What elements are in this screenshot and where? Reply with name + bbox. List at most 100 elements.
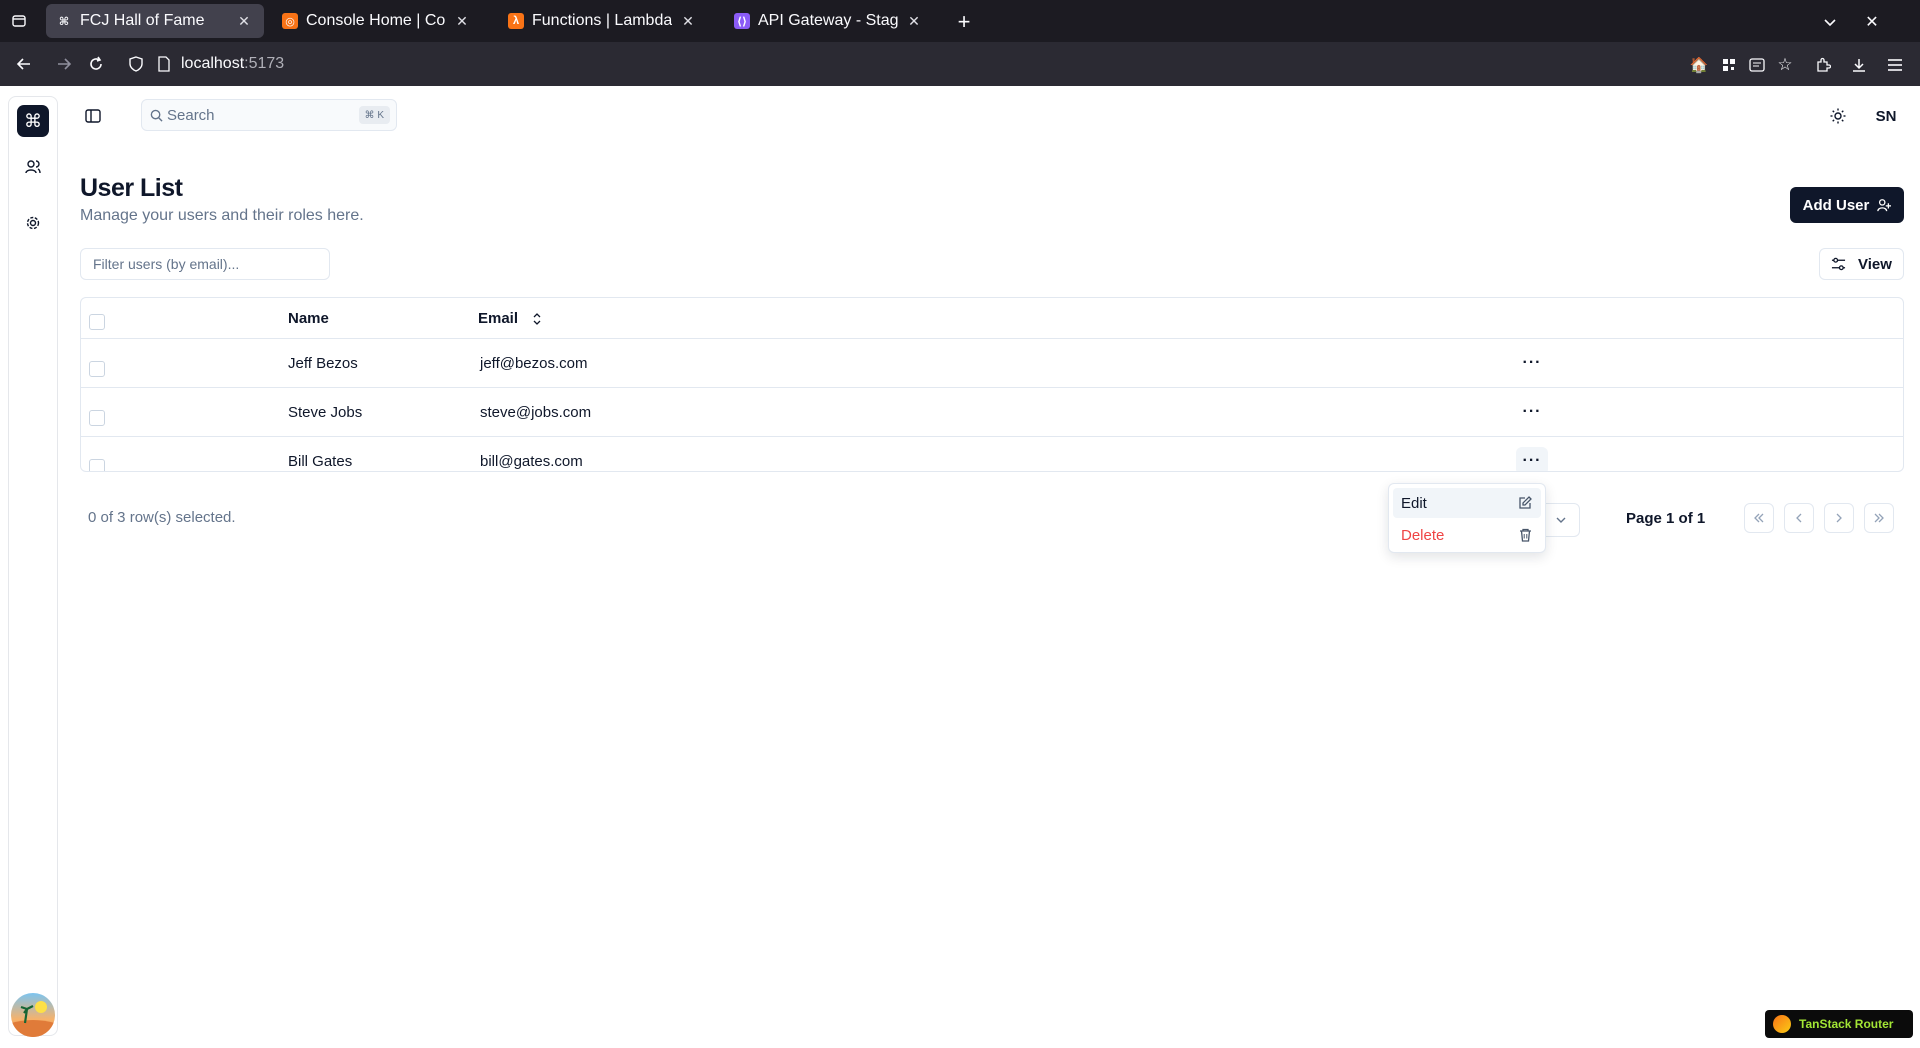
- add-user-button[interactable]: Add User: [1790, 187, 1904, 223]
- tanstack-logo-icon: [1773, 1015, 1791, 1033]
- table-row: Jeff Bezos jeff@bezos.com ···: [81, 339, 1903, 388]
- user-plus-icon: [1877, 198, 1892, 212]
- menu-item-delete[interactable]: Delete: [1393, 520, 1541, 550]
- add-user-label: Add User: [1802, 196, 1870, 214]
- user-name-cell: Jeff Bezos: [288, 355, 358, 372]
- shield-icon[interactable]: [124, 52, 148, 76]
- next-page-button[interactable]: [1824, 503, 1854, 533]
- command-icon: ⌘: [58, 15, 70, 28]
- back-arrow-icon[interactable]: [12, 52, 36, 76]
- tab-overview-icon[interactable]: [8, 10, 30, 32]
- extensions-icon[interactable]: [1812, 54, 1834, 76]
- row-actions-button[interactable]: ···: [1516, 349, 1548, 377]
- sort-chevrons-icon: [532, 312, 542, 325]
- chevrons-left-icon: [1753, 512, 1765, 524]
- filter-email-input[interactable]: [80, 248, 330, 280]
- page-title: User List: [80, 174, 183, 202]
- user-name-cell: Steve Jobs: [288, 404, 363, 421]
- tab-fcj-hall-of-fame[interactable]: ⌘ FCJ Hall of Fame ✕: [46, 4, 264, 38]
- user-email-cell: jeff@bezos.com: [480, 355, 588, 372]
- url-port: :5173: [244, 55, 285, 72]
- chevrons-right-icon: [1873, 512, 1885, 524]
- chevron-left-icon: [1793, 512, 1805, 524]
- aws-console-icon: ◎: [282, 13, 298, 29]
- browser-nav-bar: localhost:5173 🏠 ☆: [0, 42, 1920, 86]
- row-checkbox[interactable]: [89, 459, 105, 471]
- theme-toggle-sun-icon[interactable]: [1826, 104, 1850, 128]
- first-page-button[interactable]: [1744, 503, 1774, 533]
- forward-arrow-icon[interactable]: [52, 52, 76, 76]
- url-host: localhost: [181, 55, 245, 72]
- edit-icon: [1517, 495, 1533, 511]
- menu-item-label: Delete: [1401, 526, 1445, 544]
- keyboard-shortcut-badge: ⌘ K: [358, 106, 390, 124]
- users-table: Name Email Jeff Bezos jeff@bezos.com ···…: [80, 297, 1904, 472]
- tab-title: Functions | Lambda: [532, 12, 672, 29]
- download-icon[interactable]: [1848, 54, 1870, 76]
- tab-title: Console Home | Conso: [306, 12, 446, 29]
- command-logo-icon[interactable]: ⌘: [17, 105, 49, 137]
- close-tab-icon[interactable]: ✕: [678, 13, 698, 30]
- tab-list-chevron-icon[interactable]: [1818, 10, 1842, 34]
- close-tab-icon[interactable]: ✕: [452, 13, 472, 30]
- column-header-email[interactable]: Email: [478, 310, 542, 327]
- search-icon: [150, 109, 163, 122]
- app-root: ⌘ Search ⌘ K SN User List Manage your us…: [0, 86, 1920, 1048]
- close-tab-icon[interactable]: ✕: [904, 13, 924, 30]
- search-input[interactable]: Search ⌘ K: [141, 99, 397, 131]
- profile-avatar[interactable]: SN: [1868, 98, 1904, 134]
- menu-item-label: Edit: [1401, 494, 1427, 512]
- api-gateway-icon: ⟨⟩: [734, 13, 750, 29]
- hamburger-menu-icon[interactable]: [1884, 54, 1906, 76]
- tab-title: FCJ Hall of Fame: [80, 12, 205, 29]
- row-actions-button[interactable]: ···: [1516, 447, 1548, 471]
- row-actions-button[interactable]: ···: [1516, 398, 1548, 426]
- view-options-button[interactable]: View: [1819, 248, 1904, 280]
- column-header-name[interactable]: Name: [288, 310, 329, 327]
- chevron-down-icon: [1555, 515, 1567, 525]
- toggle-sidebar-icon[interactable]: [81, 104, 105, 128]
- home-icon[interactable]: 🏠: [1688, 54, 1710, 76]
- menu-item-edit[interactable]: Edit: [1393, 488, 1541, 518]
- last-page-button[interactable]: [1864, 503, 1894, 533]
- tab-title: API Gateway - Stages: [758, 12, 898, 29]
- page-info: Page 1 of 1: [1626, 510, 1706, 527]
- close-window-icon[interactable]: ✕: [1860, 10, 1884, 34]
- tanstack-router-devtools-button[interactable]: TanStack Router: [1765, 1010, 1913, 1038]
- devtools-label: TanStack Router: [1799, 1017, 1894, 1031]
- new-tab-icon[interactable]: +: [952, 9, 976, 34]
- page-icon: [154, 52, 174, 76]
- user-email-cell: bill@gates.com: [480, 453, 583, 470]
- sidebar-rail: ⌘: [8, 96, 58, 1037]
- table-header-row: Name Email: [81, 298, 1903, 339]
- bookmark-star-icon[interactable]: ☆: [1774, 54, 1796, 76]
- tab-console-home[interactable]: ◎ Console Home | Conso ✕: [272, 4, 482, 38]
- user-avatar-image[interactable]: [11, 993, 55, 1037]
- table-row: Steve Jobs steve@jobs.com ···: [81, 388, 1903, 437]
- row-checkbox[interactable]: [89, 361, 105, 377]
- url-bar[interactable]: localhost:5173: [181, 42, 284, 86]
- previous-page-button[interactable]: [1784, 503, 1814, 533]
- close-tab-icon[interactable]: ✕: [234, 13, 254, 30]
- page-subtitle: Manage your users and their roles here.: [80, 207, 364, 224]
- tab-api-gateway[interactable]: ⟨⟩ API Gateway - Stages ✕: [724, 4, 934, 38]
- user-email-cell: steve@jobs.com: [480, 404, 592, 421]
- settings-gear-icon[interactable]: [21, 211, 45, 235]
- row-actions-menu: Edit Delete: [1388, 483, 1546, 553]
- trash-icon: [1517, 527, 1533, 543]
- browser-tab-bar: ⌘ FCJ Hall of Fame ✕ ◎ Console Home | Co…: [0, 0, 1920, 42]
- view-label: View: [1858, 255, 1892, 273]
- reader-view-icon[interactable]: [1746, 54, 1768, 76]
- reload-icon[interactable]: [84, 52, 108, 76]
- chevron-right-icon: [1833, 512, 1845, 524]
- search-placeholder: Search: [167, 106, 215, 124]
- tab-lambda-functions[interactable]: λ Functions | Lambda ✕: [498, 4, 708, 38]
- selection-count: 0 of 3 row(s) selected.: [88, 509, 236, 526]
- sliders-icon: [1831, 257, 1846, 271]
- table-row: Bill Gates bill@gates.com ···: [81, 437, 1903, 471]
- lambda-icon: λ: [508, 13, 524, 29]
- users-icon[interactable]: [21, 155, 45, 179]
- select-all-checkbox[interactable]: [89, 314, 105, 330]
- row-checkbox[interactable]: [89, 410, 105, 426]
- qr-code-icon[interactable]: [1718, 54, 1740, 76]
